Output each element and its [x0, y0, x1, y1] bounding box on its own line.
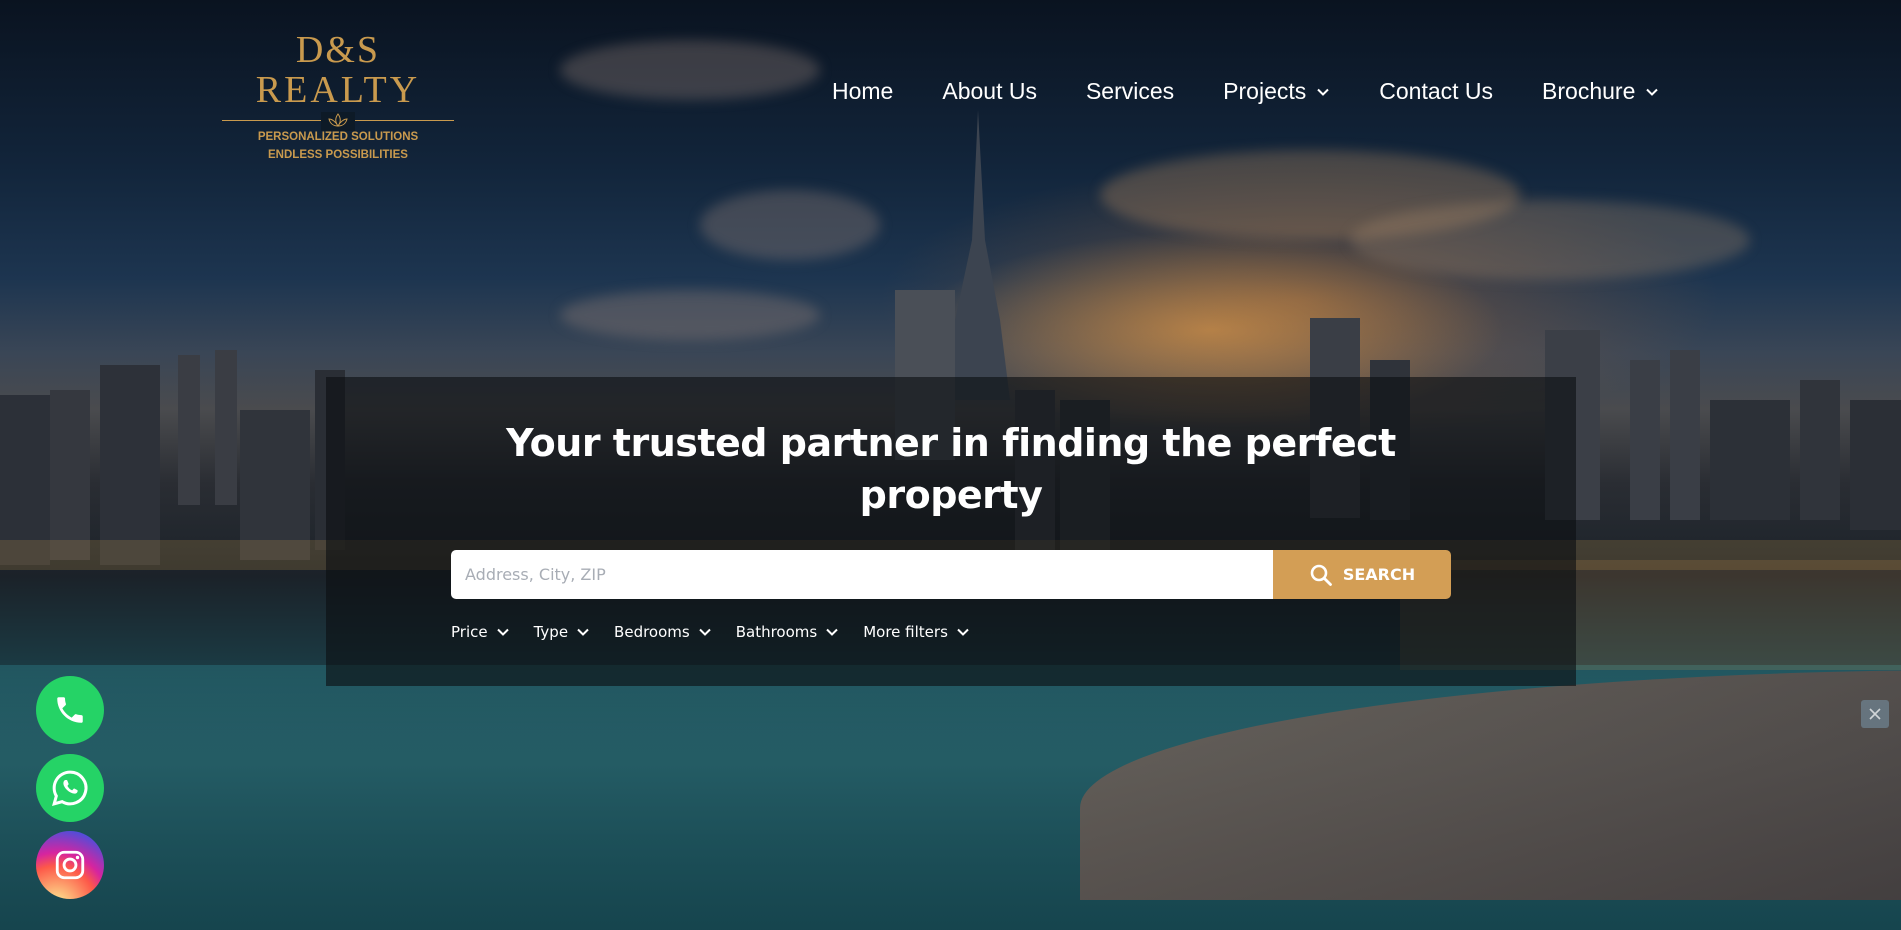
filter-label: More filters	[863, 623, 948, 641]
nav-item-contact-us[interactable]: Contact Us	[1379, 78, 1493, 105]
chevron-down-icon	[957, 628, 969, 636]
chevron-down-icon	[1646, 88, 1659, 96]
whatsapp-icon	[52, 770, 88, 806]
nav-item-services[interactable]: Services	[1086, 78, 1174, 105]
site-logo[interactable]: D&S REALTY PERSONALIZED SOLUTIONS ENDLES…	[222, 30, 454, 170]
close-button[interactable]	[1861, 700, 1889, 728]
search-button[interactable]: SEARCH	[1273, 550, 1451, 599]
filter-label: Bathrooms	[735, 623, 818, 641]
nav-label: About Us	[942, 78, 1037, 104]
chevron-down-icon	[826, 628, 838, 636]
chevron-down-icon	[699, 628, 711, 636]
search-icon	[1310, 564, 1332, 586]
filter-type[interactable]: Type	[534, 623, 590, 641]
phone-icon	[57, 697, 83, 723]
nav-item-about-us[interactable]: About Us	[942, 78, 1037, 105]
instagram-button[interactable]	[36, 831, 104, 899]
filter-bar: Price Type Bedrooms Bathrooms More filte…	[451, 623, 994, 641]
instagram-icon	[55, 850, 85, 880]
nav-label: Brochure	[1542, 78, 1636, 104]
nav-item-brochure[interactable]: Brochure	[1542, 78, 1659, 105]
nav-item-home[interactable]: Home	[832, 78, 893, 105]
chevron-down-icon	[1317, 88, 1329, 96]
chevron-down-icon	[577, 628, 589, 636]
logo-tagline-2: ENDLESS POSSIBILITIES	[268, 149, 408, 161]
logo-divider	[222, 112, 454, 131]
main-nav: Home About Us Services Projects Contact …	[832, 78, 1659, 105]
search-button-label: SEARCH	[1342, 565, 1416, 584]
nav-label: Projects	[1223, 78, 1307, 104]
filter-bathrooms[interactable]: Bathrooms	[736, 623, 840, 641]
lotus-icon	[321, 112, 355, 131]
nav-label: Services	[1085, 78, 1175, 104]
logo-wordmark-top: D&S	[295, 29, 381, 71]
filter-bedrooms[interactable]: Bedrooms	[614, 623, 712, 641]
close-icon	[1869, 708, 1881, 720]
nav-item-projects[interactable]: Projects	[1223, 78, 1330, 105]
whatsapp-button[interactable]	[36, 754, 104, 822]
search-panel: Your trusted partner in finding the perf…	[326, 377, 1576, 686]
filter-label: Bedrooms	[614, 623, 690, 641]
filter-price[interactable]: Price	[451, 623, 510, 641]
chevron-down-icon	[496, 628, 509, 636]
filter-more-filters[interactable]: More filters	[863, 623, 970, 641]
phone-button[interactable]	[36, 676, 104, 744]
search-bar: SEARCH	[451, 550, 1451, 599]
nav-label: Home	[832, 78, 894, 104]
filter-label: Type	[533, 623, 569, 641]
logo-wordmark-bottom: REALTY	[255, 69, 421, 111]
search-input[interactable]	[451, 550, 1273, 599]
filter-label: Price	[451, 623, 488, 641]
hero-headline: Your trusted partner in finding the perf…	[506, 421, 1396, 517]
nav-label: Contact Us	[1379, 78, 1494, 104]
